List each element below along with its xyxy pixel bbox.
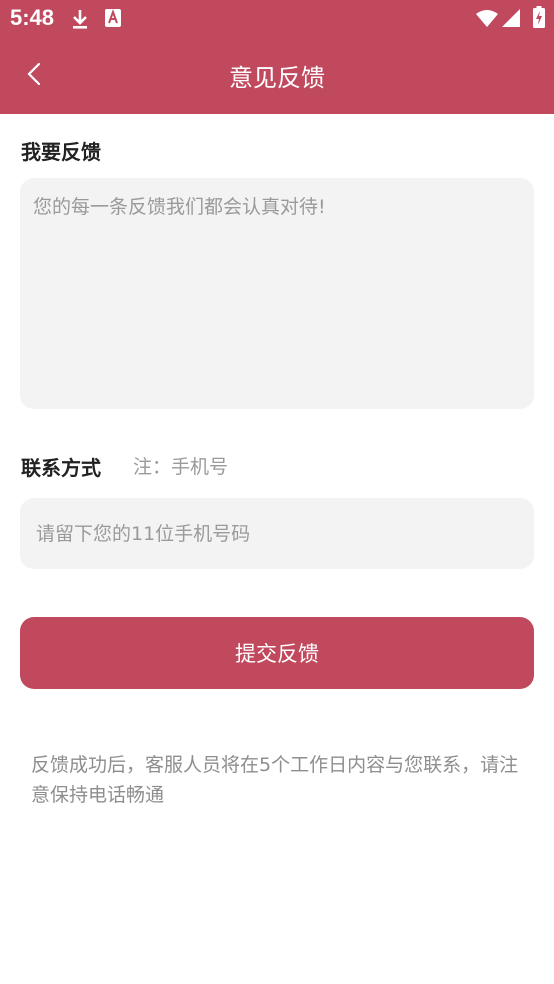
status-bar: 5:48 bbox=[0, 0, 554, 38]
nav-bar: 意见反馈 bbox=[0, 38, 554, 114]
wifi-icon bbox=[476, 9, 498, 31]
footer-note: 反馈成功后，客服人员将在5个工作日内容与您联系，请注意保持电话畅通 bbox=[31, 754, 519, 806]
app-notification-icon bbox=[104, 8, 122, 32]
app-header: 5:48 意见反馈 bbox=[0, 0, 554, 114]
feedback-textarea[interactable] bbox=[20, 178, 534, 409]
download-icon bbox=[70, 8, 90, 34]
feedback-label: 我要反馈 bbox=[21, 140, 101, 164]
page-title: 意见反馈 bbox=[229, 64, 325, 92]
contact-label: 联系方式 bbox=[21, 456, 101, 480]
submit-feedback-button[interactable]: 提交反馈 bbox=[20, 617, 534, 689]
status-time: 5:48 bbox=[10, 5, 55, 30]
contact-note: 注：手机号 bbox=[133, 456, 229, 478]
phone-input[interactable] bbox=[20, 498, 534, 569]
signal-icon bbox=[502, 9, 520, 31]
battery-charging-icon bbox=[533, 6, 545, 32]
